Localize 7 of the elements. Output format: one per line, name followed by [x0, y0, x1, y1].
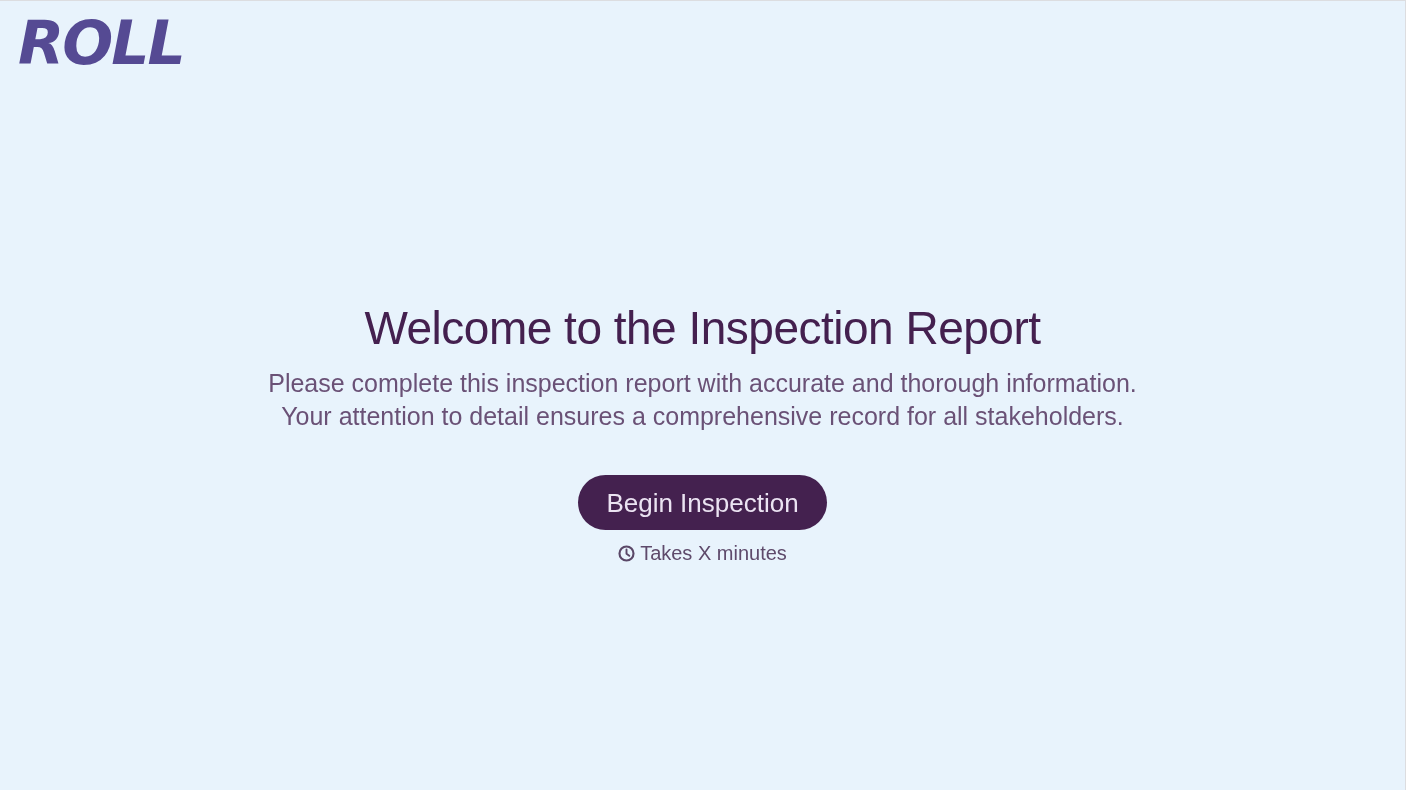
- clock-icon: [618, 544, 636, 562]
- page-heading: Welcome to the Inspection Report: [364, 301, 1041, 355]
- duration-text: Takes X minutes: [640, 541, 787, 565]
- intro-text: Your attention to detail ensures a comprehensive record for all stakeholders.: [281, 401, 1124, 432]
- begin-inspection-button[interactable]: Begin Inspection: [578, 475, 827, 530]
- intro-text: Please complete this inspection report with accurate and thorough information.: [268, 368, 1137, 399]
- logo-wordmark: ROLL: [18, 10, 184, 76]
